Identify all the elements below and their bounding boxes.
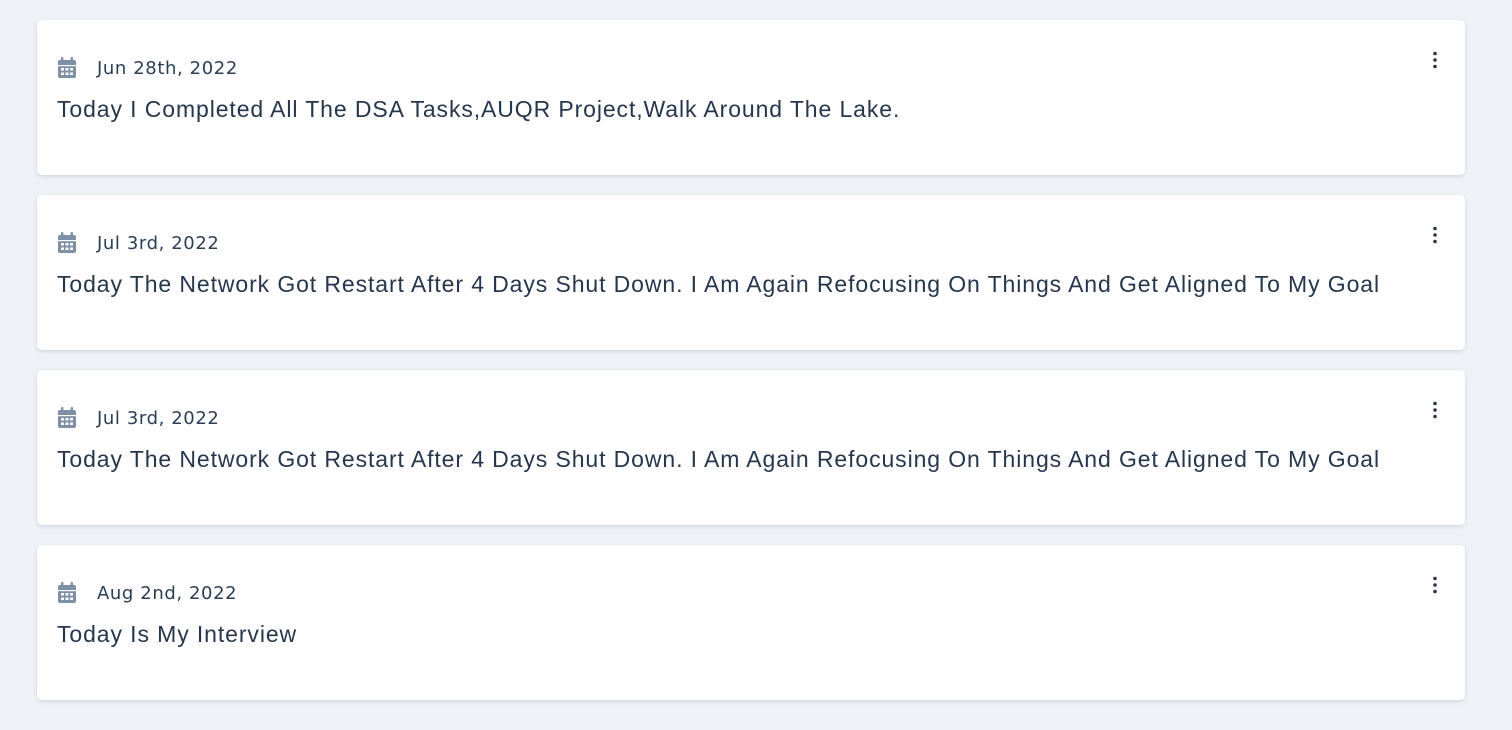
calendar-icon [57, 407, 77, 429]
entry-text: Today The Network Got Restart After 4 Da… [57, 446, 1380, 472]
entry-date: Aug 2nd, 2022 [97, 582, 238, 604]
entry-date-row: Jul 3rd, 2022 [57, 406, 219, 430]
entry-date-row: Jun 28th, 2022 [57, 56, 238, 80]
more-options-button[interactable] [1423, 573, 1447, 597]
entry-date-row: Aug 2nd, 2022 [57, 581, 237, 605]
more-options-button[interactable] [1423, 398, 1447, 422]
more-vertical-icon [1433, 51, 1437, 69]
journal-entry-card: Jul 3rd, 2022 Today The Network Got Rest… [37, 195, 1465, 350]
entry-date: Jul 3rd, 2022 [97, 232, 220, 254]
journal-entry-card: Aug 2nd, 2022 Today Is My Interview [37, 545, 1465, 700]
journal-entry-card: Jun 28th, 2022 Today I Completed All The… [37, 20, 1465, 175]
entry-date: Jul 3rd, 2022 [97, 407, 220, 429]
journal-entry-list: Jun 28th, 2022 Today I Completed All The… [37, 20, 1465, 720]
journal-entry-card: Jul 3rd, 2022 Today The Network Got Rest… [37, 370, 1465, 525]
entry-text: Today Is My Interview [57, 621, 298, 647]
entry-date-row: Jul 3rd, 2022 [57, 231, 219, 255]
calendar-icon [57, 232, 77, 254]
more-vertical-icon [1433, 226, 1437, 244]
entry-text: Today The Network Got Restart After 4 Da… [57, 271, 1380, 297]
more-options-button[interactable] [1423, 223, 1447, 247]
more-vertical-icon [1433, 401, 1437, 419]
more-vertical-icon [1433, 576, 1437, 594]
more-options-button[interactable] [1423, 48, 1447, 72]
calendar-icon [57, 57, 77, 79]
entry-text: Today I Completed All The DSA Tasks,AUQR… [57, 96, 901, 122]
entry-date: Jun 28th, 2022 [97, 57, 238, 79]
calendar-icon [57, 582, 77, 604]
